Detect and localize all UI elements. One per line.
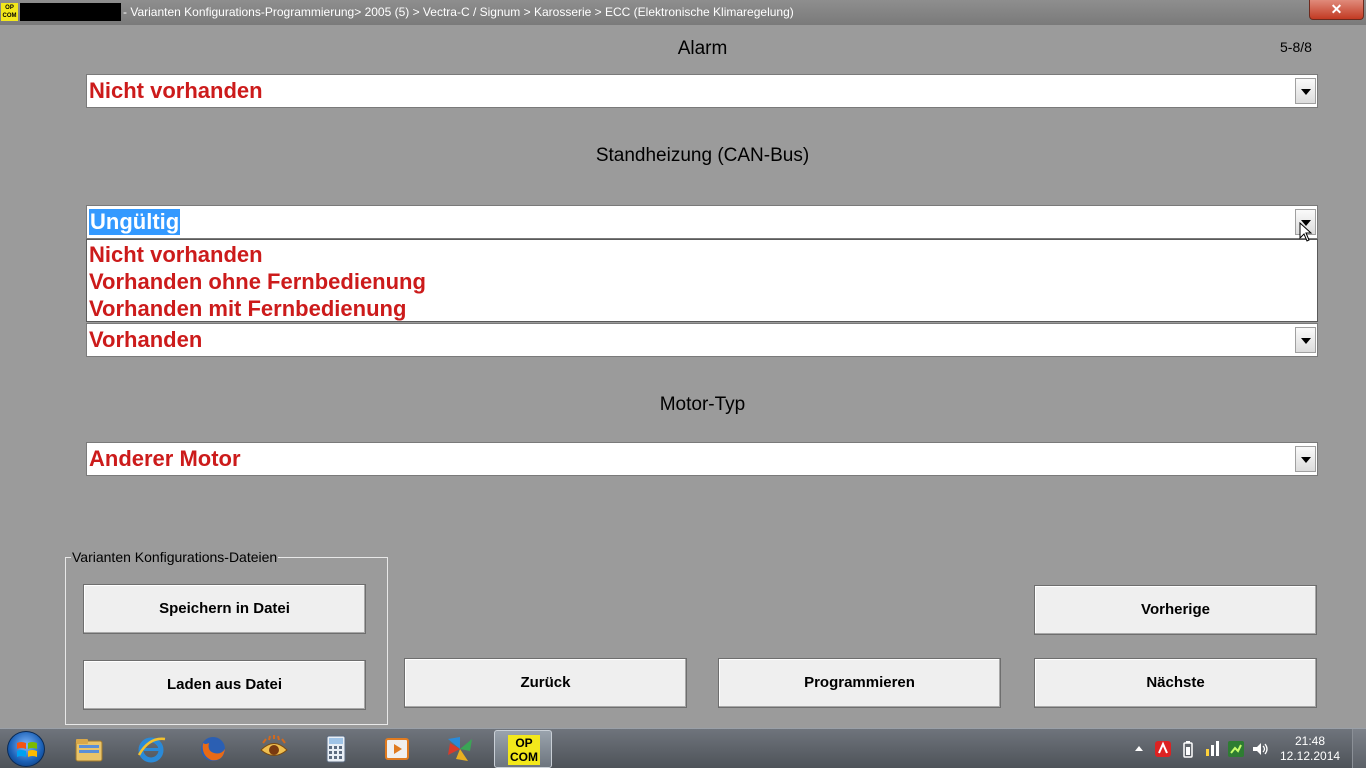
save-to-file-button[interactable]: Speichern in Datei [83, 584, 366, 634]
alarm-label: Alarm [677, 38, 728, 59]
network-icon[interactable] [1204, 740, 1222, 758]
redacted-title-block [20, 3, 121, 21]
close-icon: ✕ [1330, 1, 1343, 17]
title-bar: OP COM - Varianten Konfigurations-Progra… [0, 0, 1366, 25]
dropdown-option[interactable]: Vorhanden mit Fernbedienung [89, 296, 406, 322]
alarm-value: Nicht vorhanden [89, 78, 263, 103]
battery-icon[interactable] [1182, 740, 1194, 758]
dropdown-option[interactable]: Nicht vorhanden [89, 242, 263, 268]
standheizung-label: Standheizung (CAN-Bus) [595, 145, 810, 166]
start-button[interactable] [7, 731, 45, 767]
explorer-icon[interactable] [73, 733, 105, 765]
standheizung-value: Ungültig [89, 209, 181, 235]
taskbar: OP COM 21:48 12.12.2014 [0, 728, 1366, 768]
dropdown-option[interactable]: Vorhanden ohne Fernbedienung [89, 269, 426, 295]
previous-button[interactable]: Vorherige [1034, 585, 1317, 635]
third-value: Vorhanden [89, 327, 203, 352]
antivirus-icon[interactable] [1154, 740, 1172, 758]
chevron-down-icon[interactable] [1295, 327, 1316, 353]
calculator-icon[interactable] [320, 733, 352, 765]
logo-text-bottom: COM [2, 13, 17, 19]
clock-date: 12.12.2014 [1280, 749, 1341, 763]
show-desktop-button[interactable] [1352, 729, 1366, 768]
window-title: - Varianten Konfigurations-Programmierun… [123, 5, 794, 19]
back-button[interactable]: Zurück [404, 658, 687, 708]
alarm-combobox[interactable]: Nicht vorhanden [86, 74, 1318, 108]
next-button[interactable]: Nächste [1034, 658, 1317, 708]
config-files-group-title: Varianten Konfigurations-Dateien [71, 549, 279, 565]
close-button[interactable]: ✕ [1309, 0, 1364, 20]
chevron-down-icon[interactable] [1295, 446, 1316, 472]
program-button[interactable]: Programmieren [718, 658, 1001, 708]
motor-typ-label: Motor-Typ [659, 394, 746, 415]
chevron-down-icon[interactable] [1295, 78, 1316, 104]
opcom-app-icon: OP COM [508, 735, 540, 765]
mouse-cursor-icon [1299, 222, 1313, 242]
opcom-icon-text-top: OP [515, 736, 533, 750]
internet-explorer-icon[interactable] [135, 733, 167, 765]
opcom-taskbar-button[interactable]: OP COM [494, 730, 552, 768]
clock-time: 21:48 [1294, 734, 1326, 748]
standheizung-dropdown-list[interactable]: Nicht vorhanden Vorhanden ohne Fernbedie… [86, 239, 1318, 322]
windows-logo-icon [17, 742, 37, 757]
opcom-logo-icon: OP COM [1, 3, 18, 21]
motor-typ-value: Anderer Motor [89, 446, 241, 471]
volume-icon[interactable] [1251, 740, 1269, 758]
logo-text-top: OP [5, 5, 14, 11]
load-from-file-button[interactable]: Laden aus Datei [83, 660, 366, 710]
media-player-icon[interactable] [381, 733, 413, 765]
pinwheel-app-icon[interactable] [444, 733, 476, 765]
eye-app-icon[interactable] [258, 733, 290, 765]
motor-typ-combobox[interactable]: Anderer Motor [86, 442, 1318, 476]
standheizung-combobox[interactable]: Ungültig [86, 205, 1318, 239]
third-combobox[interactable]: Vorhanden [86, 323, 1318, 357]
opcom-icon-text-bottom: COM [510, 750, 538, 764]
firefox-icon[interactable] [197, 733, 229, 765]
system-clock[interactable]: 21:48 12.12.2014 [1280, 734, 1340, 764]
signal-icon[interactable] [1227, 740, 1245, 758]
show-hidden-icons-icon[interactable] [1134, 744, 1144, 752]
